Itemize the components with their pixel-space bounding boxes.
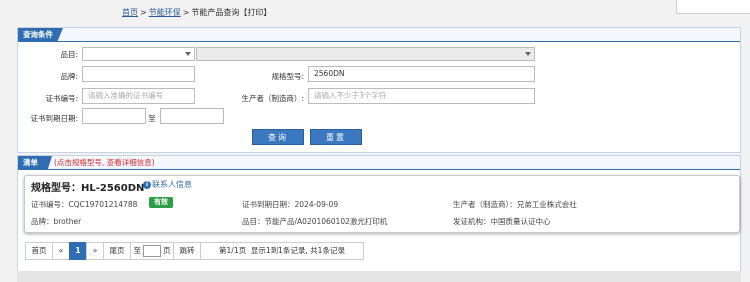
- footer-strip: [17, 271, 741, 282]
- last-page-button[interactable]: 尾页: [103, 242, 131, 260]
- breadcrumb-category[interactable]: 节能环保: [149, 8, 181, 17]
- model-link[interactable]: 规格型号：HL-2560DN: [31, 179, 144, 194]
- list-panel-header: 清单 (点击规格型号, 查看详细信息): [18, 156, 740, 170]
- expiry-to-input[interactable]: [160, 108, 224, 124]
- list-panel: 清单 (点击规格型号, 查看详细信息) 规格型号：HL-2560DN i 联系人信…: [17, 155, 741, 273]
- info-icon: i: [143, 180, 151, 189]
- goto-prefix: 至: [133, 246, 142, 255]
- issuing-agency: 发证机构：中国质量认证中心: [453, 217, 551, 226]
- header-corner-box: [676, 0, 750, 14]
- brand: 品牌：brother: [31, 217, 82, 226]
- next-page-button[interactable]: »: [86, 242, 104, 260]
- subcategory-select[interactable]: [196, 47, 535, 61]
- category-select[interactable]: [82, 47, 195, 61]
- brand-input[interactable]: [82, 66, 195, 82]
- expiry-label: 证书到期日期:: [30, 114, 78, 123]
- query-panel-title: 查询条件: [18, 28, 63, 41]
- page-summary: 第1/1页 显示1到1条记录, 共1条记录: [200, 242, 364, 260]
- maker-input[interactable]: 请输入不少于3个字符: [308, 88, 535, 104]
- first-page-button[interactable]: 首页: [25, 242, 53, 260]
- maker-label: 生产者（制造商）:: [241, 94, 304, 103]
- category-label: 品目:: [60, 50, 78, 59]
- expiry-date: 证书到期日期：2024-09-09: [242, 200, 339, 209]
- cert-input[interactable]: 请输入准确的证书编号: [82, 88, 195, 104]
- breadcrumb-home[interactable]: 首页: [122, 8, 138, 17]
- manufacturer: 生产者（制造商）：兄弟工业株式会社: [453, 200, 577, 209]
- result-card: 规格型号：HL-2560DN i 联系人信息 证书编号：CQC1970121478…: [24, 175, 740, 233]
- contact-info-link[interactable]: i 联系人信息: [143, 179, 192, 190]
- breadcrumb-current: 节能产品查询: [191, 8, 240, 17]
- reset-button[interactable]: 重置: [310, 129, 362, 145]
- chevron-down-icon: [185, 52, 191, 56]
- goto-page: 至页: [130, 242, 174, 260]
- model-input[interactable]: 2560DN: [308, 66, 535, 82]
- breadcrumb: 首页 > 节能环保 > 节能产品查询【打印】: [122, 8, 272, 17]
- print-link[interactable]: 【打印】: [239, 8, 271, 17]
- search-button[interactable]: 查询: [252, 129, 304, 145]
- query-panel: 查询条件 品目: 品牌: 规格型号: 2560DN 证书编号: 请输入准确的证书…: [17, 27, 741, 153]
- cert-number: 证书编号：CQC19701214788: [31, 200, 138, 209]
- jump-button[interactable]: 跳转: [173, 242, 201, 260]
- list-hint: (点击规格型号, 查看详细信息): [54, 158, 155, 167]
- model-label: 规格型号:: [271, 72, 304, 81]
- contact-info-label: 联系人信息: [152, 180, 192, 189]
- list-panel-title: 清单: [18, 156, 52, 169]
- category: 品目：节能产品/A0201060102激光打印机: [242, 217, 388, 226]
- query-panel-header: 查询条件: [18, 28, 740, 42]
- status-badge: 有效: [149, 197, 173, 208]
- goto-suffix: 页: [163, 246, 171, 255]
- chevron-down-icon: [525, 52, 531, 56]
- cert-label: 证书编号:: [45, 94, 78, 103]
- page-1-button[interactable]: 1: [69, 242, 87, 260]
- prev-page-button[interactable]: «: [52, 242, 70, 260]
- to-label: 至: [148, 114, 156, 123]
- expiry-from-input[interactable]: [82, 108, 146, 124]
- pagination: 首页 « 1 » 尾页 至页 跳转 第1/1页 显示1到1条记录, 共1条记录: [25, 242, 364, 260]
- goto-page-input[interactable]: [143, 245, 161, 257]
- brand-label: 品牌:: [60, 72, 78, 81]
